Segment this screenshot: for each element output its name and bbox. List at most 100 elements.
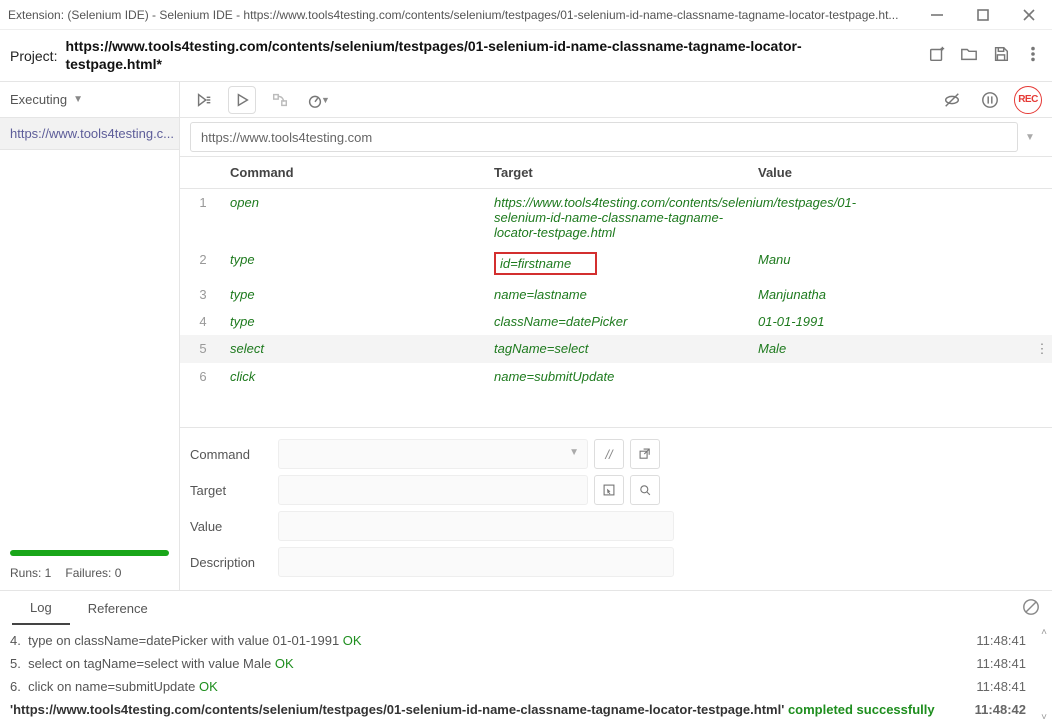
record-icon: REC bbox=[1018, 94, 1038, 105]
log-time: 11:48:41 bbox=[976, 633, 1042, 648]
pause-icon bbox=[981, 91, 999, 109]
maximize-button[interactable] bbox=[960, 0, 1006, 30]
save-icon bbox=[992, 45, 1010, 63]
row-number: 4 bbox=[180, 314, 226, 329]
cell-target: name=submitUpdate bbox=[494, 369, 758, 384]
log-index: 4. bbox=[10, 633, 21, 648]
base-url-bar: ▼ bbox=[180, 118, 1052, 157]
table-row[interactable]: 3 type name=lastname Manjunatha bbox=[180, 281, 1052, 308]
cell-target: className=datePicker bbox=[494, 314, 758, 329]
log-time: 11:48:41 bbox=[976, 656, 1042, 671]
minimize-button[interactable] bbox=[914, 0, 960, 30]
cell-value: Manu bbox=[758, 252, 1032, 267]
cell-command: type bbox=[226, 314, 494, 329]
minimize-icon bbox=[928, 6, 946, 24]
window-titlebar: Extension: (Selenium IDE) - Selenium IDE… bbox=[0, 0, 1052, 30]
table-row[interactable]: 6 click name=submitUpdate bbox=[180, 363, 1052, 390]
more-button[interactable] bbox=[1024, 45, 1042, 66]
log-time: 11:48:41 bbox=[976, 679, 1042, 694]
editor-target-field[interactable] bbox=[278, 475, 588, 505]
close-button[interactable] bbox=[1006, 0, 1052, 30]
comment-icon: // bbox=[605, 447, 612, 462]
open-project-button[interactable] bbox=[960, 45, 978, 66]
table-row[interactable]: 1 open https://www.tools4testing.com/con… bbox=[180, 189, 1052, 246]
row-number: 5 bbox=[180, 341, 226, 356]
run-current-button[interactable] bbox=[228, 86, 256, 114]
test-item[interactable]: https://www.tools4testing.c... bbox=[0, 118, 179, 150]
clear-log-button[interactable] bbox=[1022, 598, 1040, 619]
url-dropdown-button[interactable]: ▼ bbox=[1018, 132, 1042, 143]
command-table: Command Target Value 1 open https://www.… bbox=[180, 157, 1052, 427]
disable-breakpoints-button[interactable] bbox=[938, 86, 966, 114]
project-name: https://www.tools4testing.com/contents/s… bbox=[65, 38, 895, 73]
log-status: OK bbox=[343, 633, 362, 648]
log-index: 5. bbox=[10, 656, 21, 671]
side-panel: Executing ▼ https://www.tools4testing.c.… bbox=[0, 82, 180, 590]
log-text: select on tagName=select with value Male bbox=[28, 656, 271, 671]
cell-value: Manjunatha bbox=[758, 287, 1032, 302]
cell-command: select bbox=[226, 341, 494, 356]
play-icon bbox=[233, 91, 251, 109]
step-button[interactable] bbox=[266, 86, 294, 114]
log-index: 6. bbox=[10, 679, 21, 694]
row-number: 6 bbox=[180, 369, 226, 384]
log-status: OK bbox=[275, 656, 294, 671]
header-command: Command bbox=[226, 165, 494, 180]
tab-log[interactable]: Log bbox=[12, 591, 70, 625]
test-suite-dropdown[interactable]: Executing ▼ bbox=[0, 82, 179, 118]
bottom-panel: Log Reference 4. type on className=dateP… bbox=[0, 590, 1052, 725]
window-title: Extension: (Selenium IDE) - Selenium IDE… bbox=[8, 8, 914, 22]
cell-target: https://www.tools4testing.com/contents/s… bbox=[494, 195, 758, 240]
chevron-down-icon: ▼ bbox=[569, 447, 579, 458]
log-text: 'https://www.tools4testing.com/contents/… bbox=[10, 702, 784, 717]
save-project-button[interactable] bbox=[992, 45, 1010, 66]
project-actions bbox=[928, 45, 1042, 66]
step-icon bbox=[271, 91, 289, 109]
log-line: 5. select on tagName=select with value M… bbox=[10, 652, 1042, 675]
table-row[interactable]: 4 type className=datePicker 01-01-1991 bbox=[180, 308, 1052, 335]
cell-target: tagName=select bbox=[494, 341, 758, 356]
header-value: Value bbox=[758, 165, 1052, 180]
header-target: Target bbox=[494, 165, 758, 180]
main-column: ▼ REC ▼ Command Target Value bbox=[180, 82, 1052, 590]
base-url-input[interactable] bbox=[190, 122, 1018, 152]
table-row[interactable]: 2 type id=firstname Manu bbox=[180, 246, 1052, 281]
record-button[interactable]: REC bbox=[1014, 86, 1042, 114]
failures-count: Failures: 0 bbox=[65, 566, 121, 580]
new-project-button[interactable] bbox=[928, 45, 946, 66]
log-line: 6. click on name=submitUpdate OK 11:48:4… bbox=[10, 675, 1042, 698]
editor-command-field[interactable]: ▼ bbox=[278, 439, 588, 469]
window-controls bbox=[914, 0, 1052, 30]
log-text: type on className=datePicker with value … bbox=[28, 633, 339, 648]
cell-target: id=firstname bbox=[494, 252, 758, 275]
editor-target-label: Target bbox=[190, 483, 278, 498]
open-reference-button[interactable] bbox=[630, 439, 660, 469]
chevron-down-icon: ▼ bbox=[73, 94, 83, 105]
tab-reference[interactable]: Reference bbox=[70, 591, 166, 625]
row-menu-button[interactable]: ⋮ bbox=[1032, 341, 1052, 357]
project-bar: Project: https://www.tools4testing.com/c… bbox=[0, 30, 1052, 82]
bottom-tabs: Log Reference bbox=[0, 591, 1052, 625]
new-window-icon bbox=[638, 447, 652, 461]
log-scrollbar[interactable]: ˄ ˅ bbox=[1038, 627, 1050, 723]
log-list: 4. type on className=datePicker with val… bbox=[0, 625, 1052, 725]
pause-button[interactable] bbox=[976, 86, 1004, 114]
highlighted-target: id=firstname bbox=[494, 252, 597, 275]
editor-description-field[interactable] bbox=[278, 547, 674, 577]
editor-value-field[interactable] bbox=[278, 511, 674, 541]
run-all-icon bbox=[195, 91, 213, 109]
toolbar: ▼ REC bbox=[180, 82, 1052, 118]
progress-bar bbox=[10, 550, 169, 556]
speed-button[interactable]: ▼ bbox=[304, 86, 332, 114]
folder-icon bbox=[960, 45, 978, 63]
table-row[interactable]: 5 select tagName=select Male ⋮ bbox=[180, 335, 1052, 363]
editor-command-label: Command bbox=[190, 447, 278, 462]
cell-value: Male bbox=[758, 341, 1032, 356]
select-in-page-icon bbox=[602, 483, 616, 497]
cell-command: type bbox=[226, 252, 494, 267]
run-all-button[interactable] bbox=[190, 86, 218, 114]
select-target-button[interactable] bbox=[594, 475, 624, 505]
log-status: completed successfully bbox=[788, 702, 935, 717]
find-target-button[interactable] bbox=[630, 475, 660, 505]
toggle-comment-button[interactable]: // bbox=[594, 439, 624, 469]
